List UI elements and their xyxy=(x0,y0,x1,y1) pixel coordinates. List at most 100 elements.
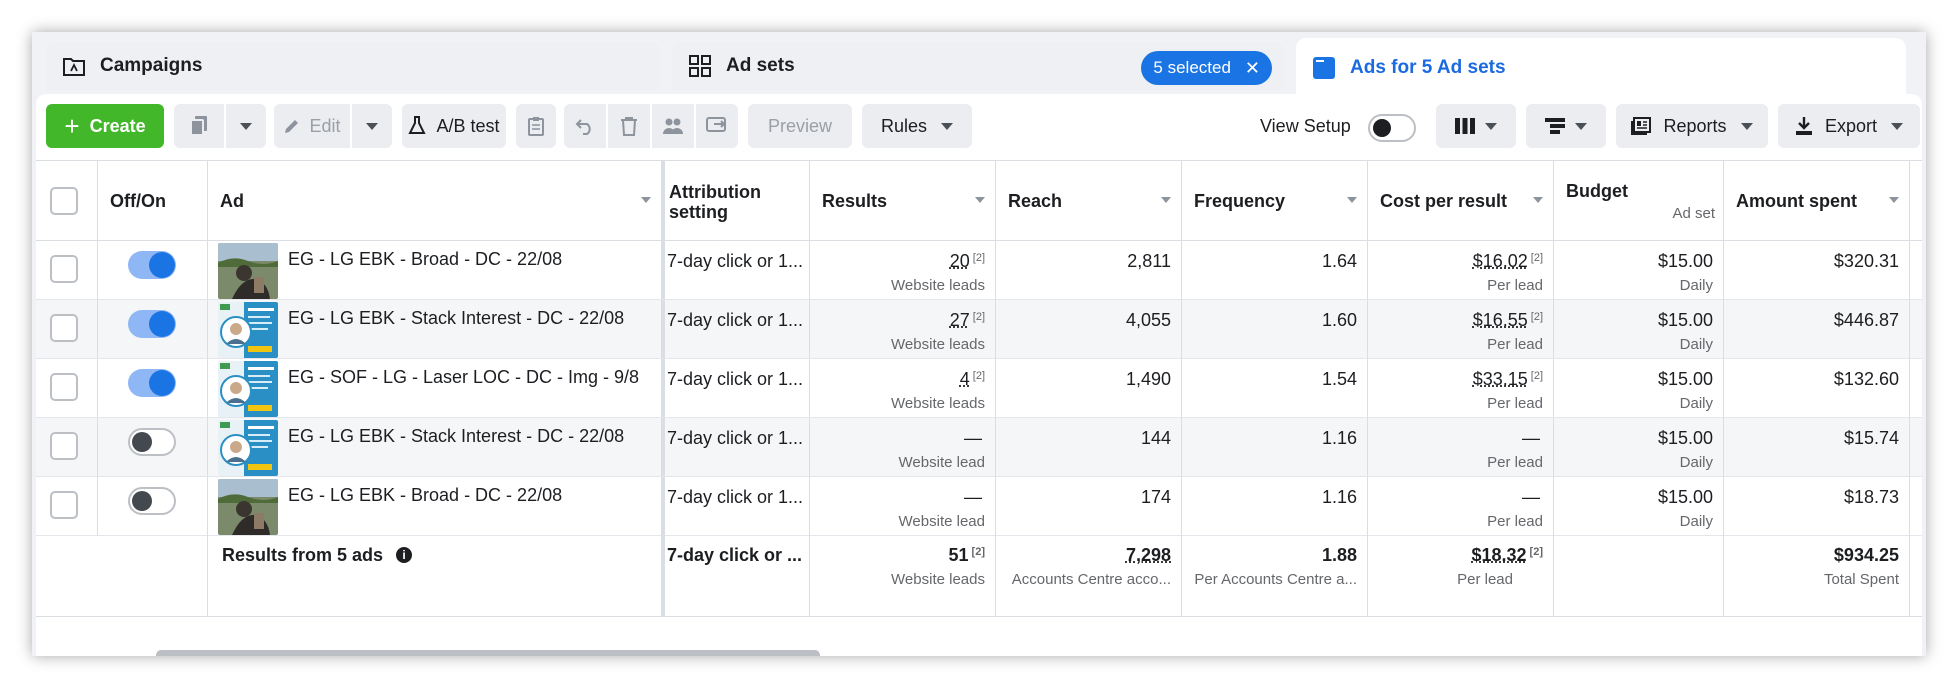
create-button[interactable]: + Create xyxy=(46,104,164,148)
results-sub: Website lead xyxy=(898,513,985,530)
ads-panel: + Create Edit A/B test Preview Rules Vie… xyxy=(36,94,1922,656)
horizontal-scrollbar[interactable] xyxy=(156,650,820,656)
row-spent-cell: $446.87 xyxy=(1724,300,1910,358)
ad-name[interactable]: EG - LG EBK - Broad - DC - 22/08 xyxy=(288,249,562,270)
info-icon[interactable]: i xyxy=(396,547,412,563)
view-setup-toggle[interactable] xyxy=(1368,114,1416,142)
ad-name[interactable]: EG - SOF - LG - Laser LOC - DC - Img - 9… xyxy=(288,367,639,388)
col-header-attribution[interactable]: Attribution setting xyxy=(662,161,810,240)
results-value: 4 xyxy=(959,369,970,389)
tab-adsets[interactable]: Ad sets 5 selected ✕ xyxy=(672,42,1284,90)
row-budget-cell: $15.00 Daily xyxy=(1554,477,1724,535)
selected-count-pill[interactable]: 5 selected ✕ xyxy=(1141,51,1272,85)
spent-value: $18.73 xyxy=(1843,487,1899,507)
export-button[interactable]: Export xyxy=(1778,104,1920,148)
cpr-value: $16.02 xyxy=(1472,251,1528,271)
audience-button[interactable] xyxy=(652,104,694,148)
attribution-value: 7-day click or 1... xyxy=(667,251,804,271)
undo-button[interactable] xyxy=(564,104,606,148)
table-row[interactable]: EG - LG EBK - Broad - DC - 22/08 7-day c… xyxy=(36,477,1922,536)
col-header-amount-spent[interactable]: Amount spent xyxy=(1724,161,1910,240)
attribution-value: 7-day click or 1... xyxy=(667,369,804,389)
summary-amount-spent: $934.25 Total Spent xyxy=(1724,535,1910,616)
row-overflow-cell xyxy=(1910,477,1922,535)
row-frequency-cell: 1.64 xyxy=(1182,241,1368,299)
results-sub: Website leads xyxy=(891,277,985,294)
chevron-down-icon xyxy=(1575,122,1587,130)
clipboard-button[interactable] xyxy=(516,104,556,148)
ad-thumbnail[interactable] xyxy=(218,243,278,299)
ad-thumbnail[interactable] xyxy=(218,361,278,417)
row-checkbox[interactable] xyxy=(50,432,78,460)
budget-value: $15.00 xyxy=(1657,251,1713,271)
clear-selection-icon[interactable]: ✕ xyxy=(1245,58,1260,79)
attribution-value: 7-day click or 1... xyxy=(667,487,804,507)
duplicate-dropdown[interactable] xyxy=(226,104,266,148)
ab-test-button[interactable]: A/B test xyxy=(402,104,506,148)
row-frequency-cell: 1.16 xyxy=(1182,477,1368,535)
table-row[interactable]: EG - LG EBK - Broad - DC - 22/08 7-day c… xyxy=(36,241,1922,300)
summary-label-cell: Results from 5 ads i xyxy=(208,535,662,616)
download-icon xyxy=(1795,116,1813,136)
row-overflow-cell xyxy=(1910,359,1922,417)
delete-button[interactable] xyxy=(608,104,650,148)
ad-thumbnail[interactable] xyxy=(218,479,278,535)
ad-status-toggle[interactable] xyxy=(128,251,176,279)
columns-button[interactable] xyxy=(1436,104,1516,148)
col-header-frequency[interactable]: Frequency xyxy=(1182,161,1368,240)
ad-status-toggle[interactable] xyxy=(128,428,176,456)
edit-label: Edit xyxy=(309,115,341,136)
table-row[interactable]: EG - LG EBK - Stack Interest - DC - 22/0… xyxy=(36,418,1922,477)
cpr-sub: Per lead xyxy=(1487,454,1543,471)
ad-thumbnail[interactable] xyxy=(218,302,278,358)
attribution-value: 7-day click or 1... xyxy=(667,428,804,448)
sort-icon xyxy=(1889,197,1899,203)
trash-icon xyxy=(620,116,638,136)
ad-name[interactable]: EG - LG EBK - Broad - DC - 22/08 xyxy=(288,485,562,506)
preview-button[interactable]: Preview xyxy=(748,104,852,148)
table-row[interactable]: EG - LG EBK - Stack Interest - DC - 22/0… xyxy=(36,300,1922,359)
col-header-ad[interactable]: Ad xyxy=(208,161,662,240)
select-all-checkbox[interactable] xyxy=(50,187,78,215)
row-checkbox[interactable] xyxy=(50,255,78,283)
ad-status-toggle[interactable] xyxy=(128,487,176,515)
budget-value: $15.00 xyxy=(1657,428,1713,448)
duplicate-button[interactable] xyxy=(174,104,224,148)
cpr-sub: Per lead xyxy=(1487,395,1543,412)
ad-icon xyxy=(1312,56,1336,80)
col-header-reach[interactable]: Reach xyxy=(996,161,1182,240)
edit-button[interactable]: Edit xyxy=(274,104,350,148)
row-ad-cell: EG - LG EBK - Broad - DC - 22/08 xyxy=(208,241,662,299)
row-frequency-cell: 1.16 xyxy=(1182,418,1368,476)
ad-thumbnail[interactable] xyxy=(218,420,278,476)
reassign-button[interactable] xyxy=(696,104,738,148)
col-header-results[interactable]: Results xyxy=(810,161,996,240)
col-header-cost-per-result[interactable]: Cost per result xyxy=(1368,161,1554,240)
rules-button[interactable]: Rules xyxy=(862,104,972,148)
create-label: Create xyxy=(89,115,146,136)
col-header-off-on[interactable]: Off/On xyxy=(98,161,208,240)
ad-name[interactable]: EG - LG EBK - Stack Interest - DC - 22/0… xyxy=(288,426,624,447)
tab-ads[interactable]: Ads for 5 Ad sets xyxy=(1296,38,1906,98)
row-checkbox[interactable] xyxy=(50,373,78,401)
sort-icon xyxy=(1533,197,1543,203)
row-checkbox[interactable] xyxy=(50,314,78,342)
reach-value: 1,490 xyxy=(1125,369,1171,389)
reach-value: 4,055 xyxy=(1125,310,1171,330)
ad-status-toggle[interactable] xyxy=(128,310,176,338)
edit-dropdown[interactable] xyxy=(352,104,392,148)
row-results-cell: — Website lead xyxy=(810,477,996,535)
spent-value: $15.74 xyxy=(1843,428,1899,448)
table-row[interactable]: EG - SOF - LG - Laser LOC - DC - Img - 9… xyxy=(36,359,1922,418)
tab-adsets-label: Ad sets xyxy=(726,55,795,76)
tab-campaigns[interactable]: Campaigns xyxy=(46,42,660,90)
col-header-budget[interactable]: Budget Ad set xyxy=(1554,161,1724,240)
ad-name[interactable]: EG - LG EBK - Stack Interest - DC - 22/0… xyxy=(288,308,624,329)
reach-value: 2,811 xyxy=(1127,251,1171,271)
breakdown-button[interactable] xyxy=(1526,104,1606,148)
results-ref: [2] xyxy=(972,370,985,382)
reports-button[interactable]: Reports xyxy=(1616,104,1768,148)
people-icon xyxy=(662,117,684,135)
ad-status-toggle[interactable] xyxy=(128,369,176,397)
row-checkbox[interactable] xyxy=(50,491,78,519)
